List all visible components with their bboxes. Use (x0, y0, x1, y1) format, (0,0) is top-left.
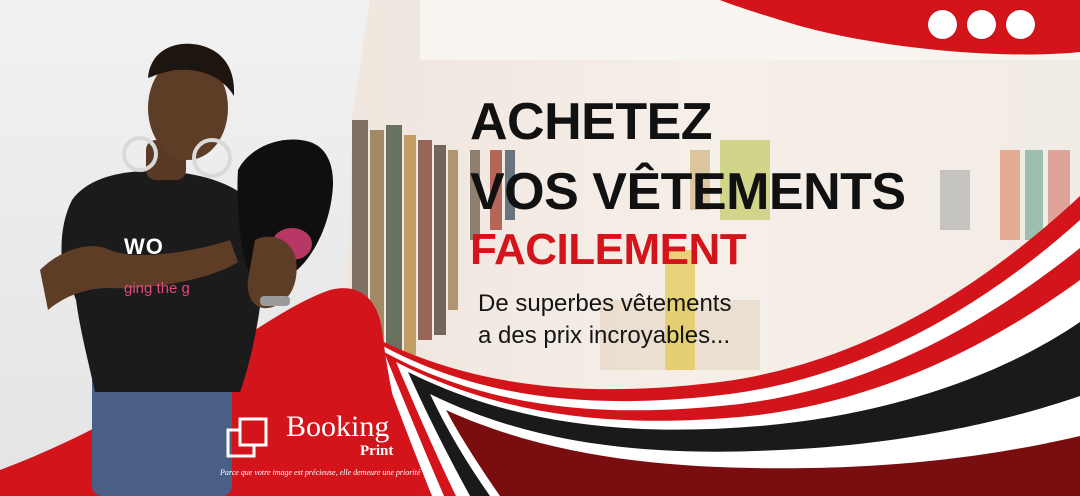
promo-banner: WO ging the g ACHETEZ VOS VÊTEMENTS FACI… (0, 0, 1080, 496)
dot-1 (928, 10, 957, 39)
headline-line3: FACILEMENT (470, 225, 747, 274)
shirt-print-line2: ging the g (124, 280, 190, 297)
booking-print-logo: Booking Print Parce que votre image est … (220, 408, 420, 488)
tagline: De superbes vêtements a des prix incroya… (478, 288, 731, 352)
logo-name: Booking (286, 410, 390, 443)
dot-3 (1006, 10, 1035, 39)
shirt-print: WO ging the g (124, 234, 254, 297)
three-dots-icon[interactable] (928, 10, 1035, 39)
headline-line1: ACHETEZ (470, 93, 713, 151)
dot-2 (967, 10, 996, 39)
logo-sub: Print (360, 443, 394, 459)
logo-slogan: Parce que votre image est précieuse, ell… (220, 468, 421, 477)
headline-line2: VOS VÊTEMENTS (470, 163, 906, 221)
tagline-line2: a des prix incroyables... (478, 322, 731, 349)
booking-print-logo-icon (226, 417, 268, 458)
shirt-print-line1: WO (124, 234, 164, 259)
tagline-line1: De superbes vêtements (478, 290, 732, 317)
